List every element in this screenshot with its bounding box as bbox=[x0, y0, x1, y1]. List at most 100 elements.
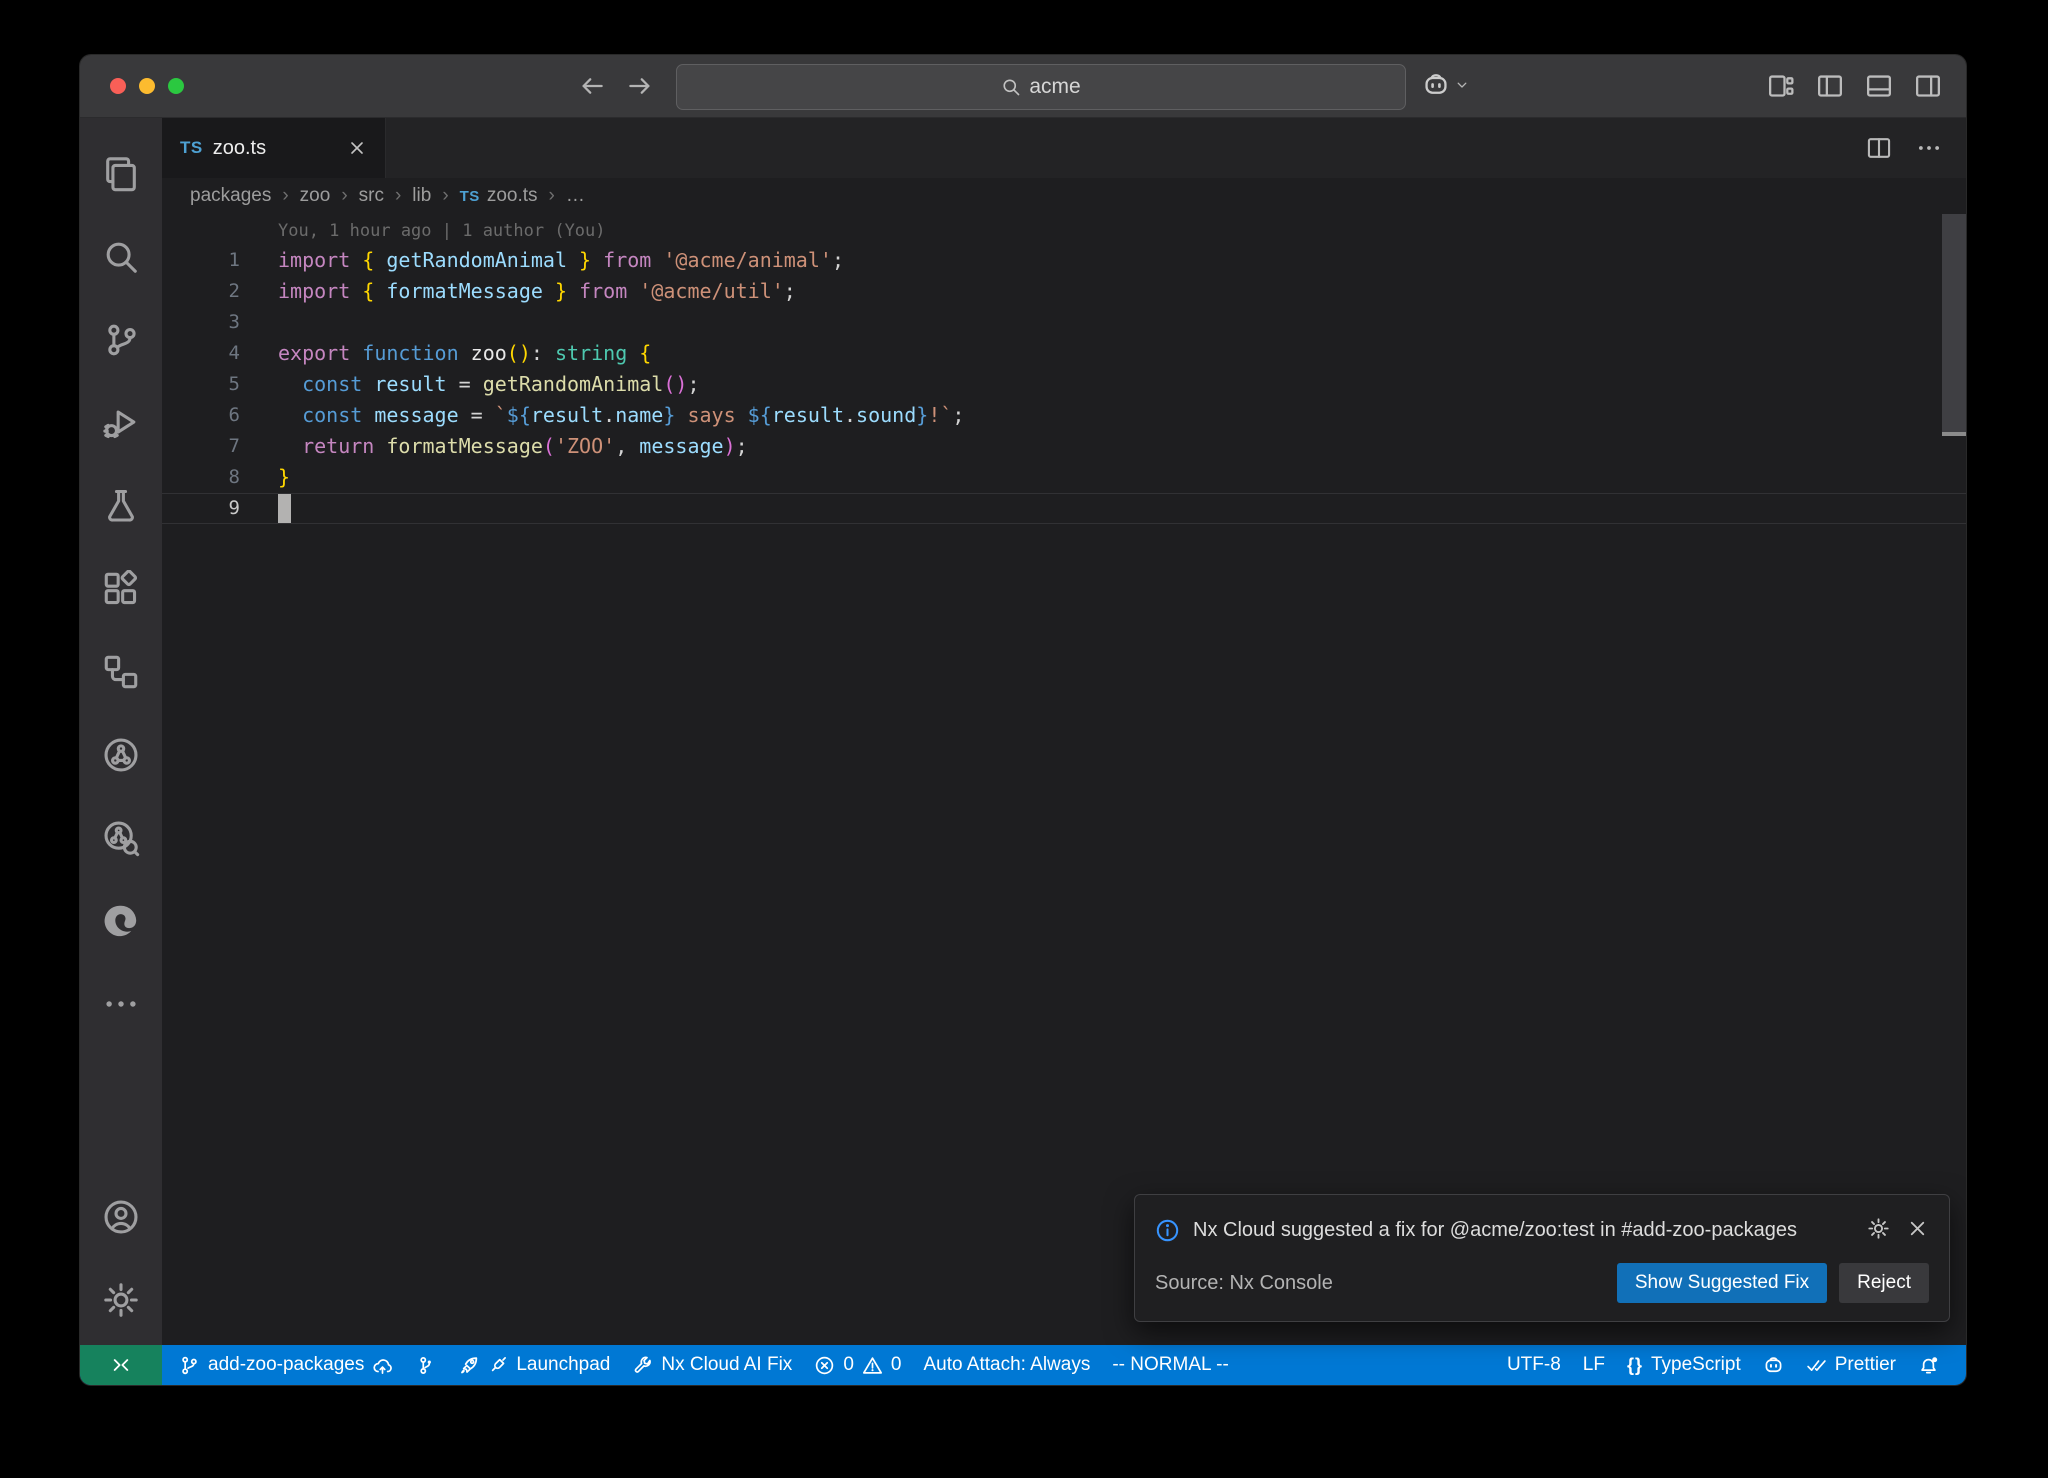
breadcrumb-item-[interactable]: … bbox=[566, 185, 585, 207]
show-suggested-fix-button[interactable]: Show Suggested Fix bbox=[1617, 1263, 1827, 1303]
breadcrumb-item-zoo[interactable]: zoo bbox=[300, 185, 331, 207]
activity-bar bbox=[80, 118, 162, 1345]
status-item-commit-graph[interactable] bbox=[404, 1345, 447, 1385]
line-content: import { getRandomAnimal } from '@acme/a… bbox=[240, 245, 844, 276]
nav-back[interactable] bbox=[578, 72, 606, 100]
breadcrumb-item-packages[interactable]: packages bbox=[190, 185, 271, 207]
tab-bar: TS zoo.ts bbox=[162, 118, 1966, 178]
line-content bbox=[240, 493, 291, 524]
zoom-window-button[interactable] bbox=[168, 78, 184, 94]
activity-item-settings[interactable] bbox=[80, 1258, 162, 1341]
ts-file-icon: TS bbox=[460, 188, 480, 205]
vscode-window: acme TS zoo.ts bbox=[80, 55, 1966, 1385]
line-number: 5 bbox=[162, 369, 240, 400]
screenshot-stage: acme TS zoo.ts bbox=[0, 0, 2048, 1478]
breadcrumb-label: lib bbox=[412, 185, 431, 207]
activity-item-edge-browser[interactable] bbox=[80, 879, 162, 962]
history-nav bbox=[578, 72, 654, 100]
scrollbar-thumb[interactable] bbox=[1942, 214, 1966, 434]
status-item-encoding[interactable]: UTF-8 bbox=[1496, 1345, 1572, 1385]
status-item-label: Nx Cloud AI Fix bbox=[661, 1354, 792, 1376]
activity-item-search[interactable] bbox=[80, 215, 162, 298]
line-number: 1 bbox=[162, 245, 240, 276]
status-item-label: 0 bbox=[843, 1354, 854, 1376]
line-number: 4 bbox=[162, 338, 240, 369]
activity-item-source-control[interactable] bbox=[80, 298, 162, 381]
activity-item-project-graph-focus[interactable] bbox=[80, 796, 162, 879]
breadcrumb-item-lib[interactable]: lib bbox=[412, 185, 431, 207]
activity-item-accounts[interactable] bbox=[80, 1175, 162, 1258]
breadcrumb-separator: › bbox=[549, 185, 555, 207]
extensions-icon bbox=[102, 570, 140, 608]
tab-zoo-ts[interactable]: TS zoo.ts bbox=[162, 118, 386, 178]
customize-layout[interactable] bbox=[1767, 72, 1795, 100]
toggle-primary-sidebar[interactable] bbox=[1816, 72, 1844, 100]
account-icon bbox=[102, 1198, 140, 1236]
line-content: export function zoo(): string { bbox=[240, 338, 651, 369]
more-actions[interactable] bbox=[1916, 135, 1942, 161]
bell-dot-icon bbox=[1918, 1355, 1939, 1376]
status-item-eol[interactable]: LF bbox=[1572, 1345, 1616, 1385]
split-editor[interactable] bbox=[1866, 135, 1892, 161]
remote-indicator[interactable] bbox=[80, 1345, 162, 1385]
status-item-problems[interactable]: 00 bbox=[803, 1345, 912, 1385]
activity-item-project-graph[interactable] bbox=[80, 713, 162, 796]
toggle-secondary-sidebar[interactable] bbox=[1914, 72, 1942, 100]
code-editor[interactable]: You, 1 hour ago | 1 author (You) 1import… bbox=[162, 214, 1966, 1345]
status-item-prettier[interactable]: Prettier bbox=[1795, 1345, 1907, 1385]
command-center[interactable]: acme bbox=[676, 64, 1406, 110]
minimize-window-button[interactable] bbox=[139, 78, 155, 94]
notification-toast: Nx Cloud suggested a fix for @acme/zoo:t… bbox=[1134, 1194, 1950, 1322]
line-content: const result = getRandomAnimal(); bbox=[240, 369, 699, 400]
error-icon bbox=[814, 1355, 835, 1376]
activity-item-more-views[interactable] bbox=[80, 962, 162, 1045]
activity-item-explorer[interactable] bbox=[80, 132, 162, 215]
breadcrumb-item-zoots[interactable]: TSzoo.ts bbox=[460, 185, 538, 207]
git-branch-icon bbox=[179, 1355, 200, 1376]
status-item-copilot[interactable] bbox=[1752, 1345, 1795, 1385]
activity-item-nx-console[interactable] bbox=[80, 630, 162, 713]
breadcrumb-label: zoo bbox=[300, 185, 331, 207]
status-item-language-mode[interactable]: {}TypeScript bbox=[1616, 1345, 1752, 1385]
info-icon bbox=[1155, 1218, 1180, 1243]
line-content: import { formatMessage } from '@acme/uti… bbox=[240, 276, 796, 307]
status-item-label: Prettier bbox=[1835, 1354, 1896, 1376]
status-bar: add-zoo-packages Launchpad Nx Cloud AI Fix… bbox=[80, 1345, 1966, 1385]
toggle-panel[interactable] bbox=[1865, 72, 1893, 100]
notification-message: Nx Cloud suggested a fix for @acme/zoo:t… bbox=[1193, 1211, 1854, 1249]
nav-forward[interactable] bbox=[626, 72, 654, 100]
editor-actions bbox=[1866, 118, 1942, 178]
copilot-menu[interactable] bbox=[1422, 71, 1470, 99]
status-item-vim-mode[interactable]: -- NORMAL -- bbox=[1101, 1345, 1239, 1385]
editor-scrollbar[interactable] bbox=[1942, 214, 1966, 1345]
line-number: 2 bbox=[162, 276, 240, 307]
cloud-upload-icon bbox=[372, 1355, 393, 1376]
breadcrumb-item-src[interactable]: src bbox=[359, 185, 384, 207]
vim-block-cursor bbox=[278, 494, 291, 523]
activity-item-extensions[interactable] bbox=[80, 547, 162, 630]
breadcrumb: packages›zoo›src›lib›TSzoo.ts›… bbox=[162, 178, 1966, 214]
status-item-launchpad[interactable]: Launchpad bbox=[447, 1345, 621, 1385]
status-item-auto-attach[interactable]: Auto Attach: Always bbox=[912, 1345, 1101, 1385]
activity-item-run-and-debug[interactable] bbox=[80, 381, 162, 464]
close-tab-icon[interactable] bbox=[347, 138, 367, 158]
status-item-notifications-bell[interactable] bbox=[1907, 1345, 1950, 1385]
braces-icon: {} bbox=[1627, 1355, 1643, 1376]
chevron-down-icon bbox=[1454, 77, 1470, 93]
breadcrumb-label: packages bbox=[190, 185, 271, 207]
notification-close-icon[interactable] bbox=[1906, 1217, 1929, 1240]
editor-region: TS zoo.ts packages›zoo›src›lib›TSzoo.ts›… bbox=[162, 118, 1966, 1345]
line-content: const message = `${result.name} says ${r… bbox=[240, 400, 964, 431]
notification-settings-gear-icon[interactable] bbox=[1867, 1217, 1890, 1240]
graph-circle-icon bbox=[102, 736, 140, 774]
reject-button[interactable]: Reject bbox=[1839, 1263, 1929, 1303]
title-bar: acme bbox=[80, 55, 1966, 118]
activity-item-testing[interactable] bbox=[80, 464, 162, 547]
status-item-nx-cloud-ai-fix[interactable]: Nx Cloud AI Fix bbox=[621, 1345, 803, 1385]
status-item-label: Launchpad bbox=[516, 1354, 610, 1376]
status-item-branch[interactable]: add-zoo-packages bbox=[168, 1345, 404, 1385]
line-content: } bbox=[240, 462, 290, 493]
status-item-label: 0 bbox=[891, 1354, 902, 1376]
beaker-icon bbox=[102, 487, 140, 525]
close-window-button[interactable] bbox=[110, 78, 126, 94]
